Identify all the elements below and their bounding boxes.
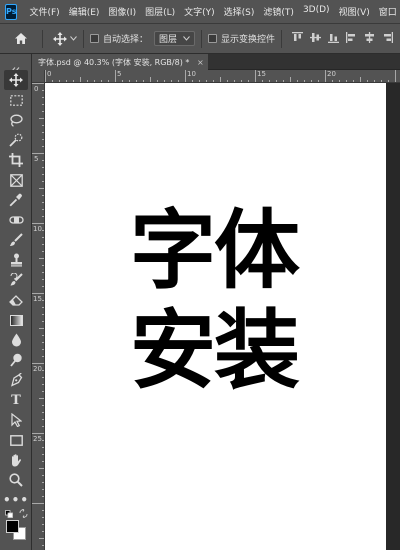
ruler-label: 5 <box>117 70 122 78</box>
document-tab-title: 字体.psd @ 40.3% (字体 安装, RGB/8) * <box>38 57 190 67</box>
chevron-down-icon[interactable] <box>70 36 77 41</box>
menu-layer[interactable]: 图层(L) <box>145 5 175 18</box>
eyedropper-tool-icon[interactable] <box>4 190 28 210</box>
pasteboard[interactable]: 字体 安装 <box>45 83 400 550</box>
document-tab[interactable]: 字体.psd @ 40.3% (字体 安装, RGB/8) * <box>32 54 208 70</box>
home-icon[interactable] <box>14 32 28 45</box>
brush-tool-icon[interactable] <box>4 230 28 250</box>
close-icon[interactable]: × <box>197 54 204 70</box>
foreground-color-swatch[interactable] <box>6 520 19 533</box>
quick-selection-tool-icon[interactable] <box>4 130 28 150</box>
default-colors-icon[interactable] <box>5 510 13 518</box>
dodge-tool-icon[interactable] <box>4 350 28 370</box>
text-line-2: 安装 <box>130 301 300 401</box>
menu-3d[interactable]: 3D(D) <box>303 5 330 18</box>
align-horizontal-centers-icon[interactable] <box>364 31 375 46</box>
quick-mask-icon[interactable] <box>4 546 28 550</box>
ruler-label: 20 <box>33 365 42 373</box>
type-tool-icon[interactable]: T <box>4 390 28 410</box>
show-transform-checkbox[interactable] <box>208 34 218 43</box>
options-separator <box>42 29 43 48</box>
ruler-label: 15 <box>257 70 266 78</box>
show-transform-label: 显示变换控件 <box>221 35 276 45</box>
ruler-label: 10 <box>187 70 196 78</box>
layer-select-value: 图层 <box>159 35 178 45</box>
text-layer[interactable]: 字体 安装 <box>130 201 320 401</box>
spot-healing-brush-tool-icon[interactable] <box>4 210 28 230</box>
text-line-1: 字体 <box>130 201 300 301</box>
tools-panel: T ••• <box>0 54 32 550</box>
move-tool-icon[interactable] <box>4 70 28 90</box>
document-tab-bar: 字体.psd @ 40.3% (字体 安装, RGB/8) * × <box>32 54 400 70</box>
hand-tool-icon[interactable] <box>4 450 28 470</box>
ruler-label: 0 <box>47 70 52 78</box>
auto-select-label: 自动选择： <box>103 35 149 45</box>
swap-colors-icon[interactable] <box>19 508 28 519</box>
crop-tool-icon[interactable] <box>4 150 28 170</box>
menu-type[interactable]: 文字(Y) <box>184 5 215 18</box>
edit-toolbar-icon[interactable]: ••• <box>3 490 28 510</box>
menu-edit[interactable]: 编辑(E) <box>69 5 100 18</box>
options-bar: 自动选择： 图层 显示变换控件 <box>0 24 400 54</box>
align-top-edges-icon[interactable] <box>292 31 304 46</box>
ruler-label: 10 <box>33 225 42 233</box>
blur-tool-icon[interactable] <box>4 330 28 350</box>
move-tool-preset-icon[interactable] <box>53 31 67 46</box>
rectangle-tool-icon[interactable] <box>4 430 28 450</box>
align-bottom-edges-icon[interactable] <box>328 32 340 46</box>
ruler-origin[interactable] <box>32 70 45 83</box>
options-separator <box>201 29 203 48</box>
rectangular-marquee-tool-icon[interactable] <box>4 90 28 110</box>
lasso-tool-icon[interactable] <box>4 110 28 130</box>
menu-items: 文件(F) 编辑(E) 图像(I) 图层(L) 文字(Y) 选择(S) 滤镜(T… <box>29 5 400 18</box>
frame-tool-icon[interactable] <box>4 170 28 190</box>
menu-window[interactable]: 窗口 <box>379 5 397 18</box>
options-separator <box>281 29 283 48</box>
ruler-label: 20 <box>327 70 336 78</box>
ruler-label: 5 <box>34 155 39 163</box>
options-separator <box>83 29 84 48</box>
document-canvas[interactable]: 字体 安装 <box>45 83 386 550</box>
ruler-label: 25 <box>33 435 42 443</box>
align-right-edges-icon[interactable] <box>382 31 394 46</box>
auto-select-checkbox[interactable] <box>90 34 99 43</box>
menu-file[interactable]: 文件(F) <box>29 5 59 18</box>
chevron-down-icon <box>183 36 190 41</box>
menu-image[interactable]: 图像(I) <box>108 5 136 18</box>
photoshop-logo-icon[interactable]: Ps <box>5 3 18 20</box>
menu-select[interactable]: 选择(S) <box>224 5 255 18</box>
zoom-tool-icon[interactable] <box>4 470 28 490</box>
clone-stamp-tool-icon[interactable] <box>4 250 28 270</box>
layer-select-dropdown[interactable]: 图层 <box>154 31 196 46</box>
vertical-ruler[interactable]: 0 5 10 15 20 25 <box>32 83 45 550</box>
ruler-label: 0 <box>34 85 39 93</box>
gradient-tool-icon[interactable] <box>4 310 28 330</box>
history-brush-tool-icon[interactable] <box>4 270 28 290</box>
align-left-edges-icon[interactable] <box>346 31 357 46</box>
ruler-label: 15 <box>33 295 42 303</box>
menu-bar: Ps 文件(F) 编辑(E) 图像(I) 图层(L) 文字(Y) 选择(S) 滤… <box>0 0 400 24</box>
path-selection-tool-icon[interactable] <box>4 410 28 430</box>
align-buttons <box>292 31 394 46</box>
menu-view[interactable]: 视图(V) <box>339 5 370 18</box>
eraser-tool-icon[interactable] <box>4 290 28 310</box>
align-vertical-centers-icon[interactable] <box>310 32 322 46</box>
menu-filter[interactable]: 滤镜(T) <box>263 5 294 18</box>
horizontal-ruler[interactable]: 0 5 10 15 20 <box>32 70 400 83</box>
pen-tool-icon[interactable] <box>4 370 28 390</box>
